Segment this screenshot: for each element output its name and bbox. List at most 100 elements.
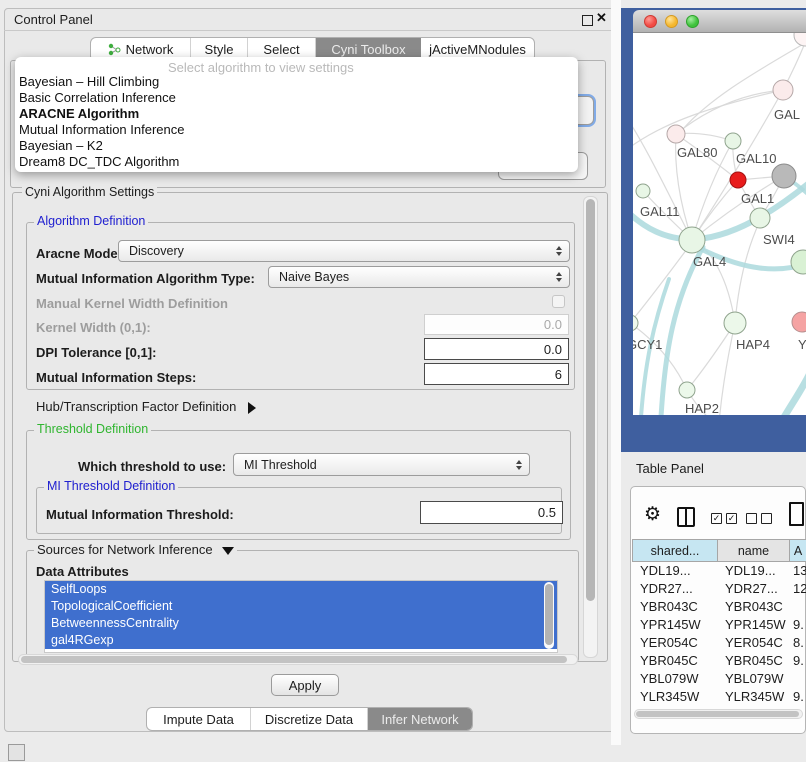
tab-infer-network[interactable]: Infer Network [368,708,472,730]
which-threshold-combo[interactable]: MI Threshold [233,453,530,476]
table-row[interactable]: YBL079WYBL079W [632,670,806,688]
hub-definition-toggle[interactable]: Hub/Transcription Factor Definition [36,399,256,414]
node-hap4-label: HAP4 [736,337,770,352]
settings-hscrollbar[interactable] [18,654,578,665]
stepper-icon [516,460,522,470]
checked-column-icon[interactable]: ✓ [711,513,722,524]
aracne-mode-combo[interactable]: Discovery [118,240,570,262]
algorithm-dropdown-item[interactable]: Bayesian – Hill Climbing [19,74,574,90]
float-window-icon[interactable] [582,15,593,26]
tab-impute-data[interactable]: Impute Data [147,708,251,730]
network-edge[interactable] [719,323,735,415]
panel-divider[interactable] [611,0,621,745]
algorithm-dropdown-item[interactable]: Mutual Information Inference [19,122,574,138]
table-row[interactable]: YIL052CYIL052C9. [632,706,806,707]
zoom-traffic-light[interactable] [686,15,699,28]
mi-steps-field[interactable]: 6 [424,363,569,385]
data-attribute-item[interactable]: gal4RGexp [45,632,557,649]
table-column-header[interactable]: shared... [632,539,717,562]
network-edge[interactable] [633,90,783,151]
mi-type-value: Naive Bayes [279,270,349,284]
kernel-width-field[interactable]: 0.0 [424,314,569,335]
network-edge[interactable] [735,223,759,323]
gear-icon[interactable]: ⚙ [644,505,661,524]
node-hap2[interactable] [679,382,695,398]
mi-type-label: Mutual Information Algorithm Type: [36,271,255,286]
tab-discretize-data[interactable]: Discretize Data [251,708,368,730]
table-row[interactable]: YDR27...YDR27...12 [632,580,806,598]
table-hscrollbar[interactable] [634,709,803,719]
table-row[interactable]: YBR045CYBR045C9. [632,652,806,670]
algorithm-dropdown-item[interactable]: Bayesian – K2 [19,138,574,154]
mi-threshold-label: Mutual Information Threshold: [46,507,234,522]
close-icon[interactable]: ✕ [596,10,607,26]
apply-button[interactable]: Apply [271,674,339,696]
screen: Control Panel ✕ Network Style Select Cy [0,0,806,762]
settings-scrollbar[interactable] [583,196,598,658]
settings-hscrollbar-thumb[interactable] [21,656,567,663]
node-top[interactable] [794,33,806,46]
node-gal4[interactable] [679,227,705,253]
node-gal11-label: GAL11 [640,204,680,219]
minimize-traffic-light[interactable] [665,15,678,28]
data-attribute-item[interactable]: TopologicalCoefficient [45,598,557,615]
table-row[interactable]: YPR145WYPR145W9. [632,616,806,634]
table-panel-title: Table Panel [636,461,704,476]
manual-kernel-width-checkbox[interactable] [552,295,565,308]
network-edge[interactable] [633,245,690,323]
algorithm-dropdown-item[interactable]: Basic Correlation Inference [19,90,574,106]
node-gal80[interactable] [667,125,685,143]
settings-scrollbar-thumb[interactable] [586,199,595,601]
node-gal7[interactable] [773,80,793,100]
sources-toggle[interactable]: Sources for Network Inference [34,543,237,556]
dpi-tolerance-field[interactable]: 0.0 [424,338,569,360]
kernel-width-value: 0.0 [544,317,562,332]
data-attribute-item[interactable]: SelfLoops [45,581,557,598]
unchecked-column-icon[interactable] [761,513,772,524]
node-gal1-label: GAL1 [741,191,774,206]
close-traffic-light[interactable] [644,15,657,28]
node-hap4[interactable] [724,312,746,334]
table-row[interactable]: YBR043CYBR043C [632,598,806,616]
algorithm-dropdown-item[interactable]: ARACNE Algorithm [19,106,574,122]
mi-type-combo[interactable]: Naive Bayes [268,266,570,288]
mi-threshold-field[interactable]: 0.5 [420,501,563,524]
mi-steps-value: 6 [555,367,562,382]
table-column-header[interactable]: A [789,539,806,562]
split-columns-icon[interactable] [677,507,695,527]
mi-steps-label: Mutual Information Steps: [36,370,196,385]
node-gal11[interactable] [636,184,650,198]
table-row[interactable]: YLR345WYLR345W9. [632,688,806,706]
node-swi4[interactable] [750,208,770,228]
attributes-scrollbar[interactable] [544,582,554,649]
which-threshold-value: MI Threshold [244,458,317,472]
node-gal10[interactable] [725,133,741,149]
checked-column-icon[interactable]: ✓ [726,513,737,524]
network-edge[interactable] [676,90,783,134]
table-cell: YIL052C [632,706,717,707]
table-row[interactable]: YDL19...YDL19...13 [632,562,806,580]
node-gal1[interactable] [730,172,746,188]
table-column-header[interactable]: name [717,539,789,562]
hub-definition-label: Hub/Transcription Factor Definition [36,399,236,414]
network-edge[interactable] [633,323,686,388]
expanded-arrow-icon [222,547,234,555]
document-icon[interactable] [789,502,804,526]
attributes-scrollbar-thumb[interactable] [545,584,553,645]
tab-select-label: Select [263,42,299,57]
node-y[interactable] [792,312,806,332]
table-hscrollbar-thumb[interactable] [636,711,799,717]
kernel-width-label: Kernel Width (0,1): [36,320,151,335]
network-edge-thick[interactable] [783,371,806,415]
network-canvas[interactable]: GALGAL80GAL10GAL1GAL11SWI4GAL4GCY1HAP4YH… [633,33,806,415]
node-hap2-label: HAP2 [685,401,719,415]
network-window-titlebar[interactable] [633,10,806,33]
node-gray[interactable] [772,164,796,188]
node-right-green[interactable] [791,250,806,274]
unchecked-column-icon[interactable] [746,513,757,524]
table-row[interactable]: YER054CYER054C8. [632,634,806,652]
algorithm-dropdown-item[interactable]: Dream8 DC_TDC Algorithm [19,154,574,170]
data-attribute-item[interactable]: BetweennessCentrality [45,615,557,632]
collapsed-panel-handle[interactable] [8,744,25,761]
table-header: shared...nameA [632,539,806,562]
